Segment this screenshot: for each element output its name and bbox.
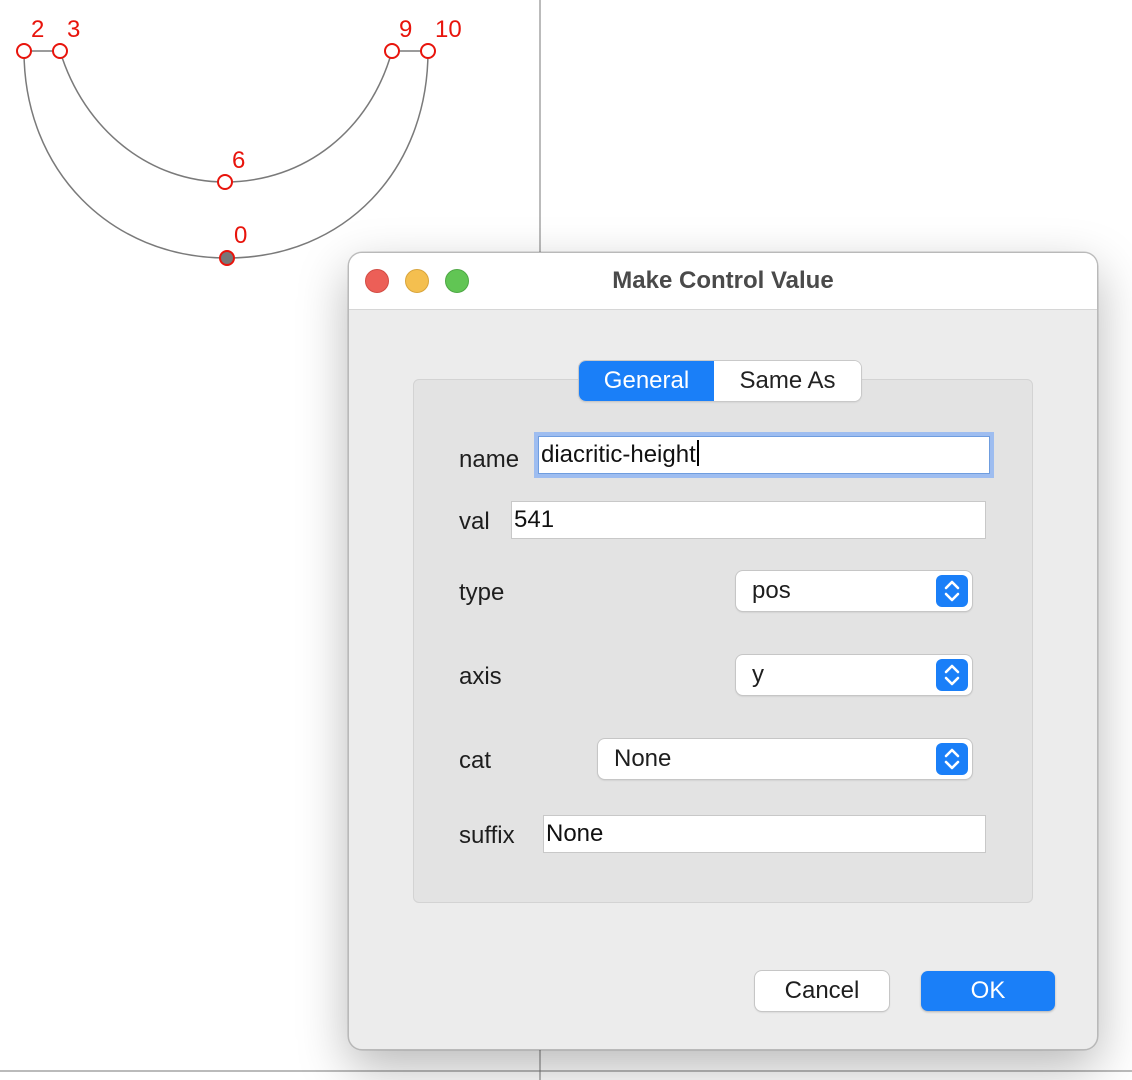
dialog-titlebar[interactable]: Make Control Value [349,253,1097,310]
type-select[interactable]: pos [736,571,972,611]
point-label: 6 [232,147,245,174]
cat-label: cat [459,747,492,774]
name-input[interactable]: diacritic-height [538,436,990,474]
point-marker[interactable] [52,43,68,59]
point-marker-selected[interactable] [219,250,235,266]
ok-button[interactable]: OK [921,971,1055,1011]
name-label: name [459,446,520,473]
point-label: 2 [31,16,44,43]
cat-value: None [614,745,672,772]
general-tab-panel: name diacritic-height val 541 type pos a… [413,379,1033,903]
tab-bar: General Same As [579,361,861,401]
tab-same-as[interactable]: Same As [714,361,861,401]
point-label: 0 [234,222,247,249]
val-label: val [459,508,490,535]
up-down-chevron-icon [936,659,968,691]
axis-value: y [752,661,764,688]
type-value: pos [752,577,791,604]
make-control-value-dialog: Make Control Value name diacritic-height… [348,252,1098,1050]
cancel-button[interactable]: Cancel [755,971,889,1011]
tab-general[interactable]: General [579,361,714,401]
point-marker[interactable] [217,174,233,190]
axis-select[interactable]: y [736,655,972,695]
dialog-title: Make Control Value [612,267,834,294]
suffix-label: suffix [459,822,515,849]
suffix-input[interactable]: None [543,815,986,853]
axis-label: axis [459,663,502,690]
point-marker[interactable] [16,43,32,59]
name-value: diacritic-height [541,441,696,468]
point-label: 10 [435,16,462,43]
point-marker[interactable] [384,43,400,59]
outer-contour [23,50,429,259]
point-label: 3 [67,16,80,43]
up-down-chevron-icon [936,743,968,775]
text-caret [696,440,699,466]
type-label: type [459,579,505,606]
val-input[interactable]: 541 [511,501,986,539]
point-label: 9 [399,16,412,43]
up-down-chevron-icon [936,575,968,607]
inner-contour [59,50,393,183]
cat-select[interactable]: None [598,739,972,779]
point-marker[interactable] [420,43,436,59]
